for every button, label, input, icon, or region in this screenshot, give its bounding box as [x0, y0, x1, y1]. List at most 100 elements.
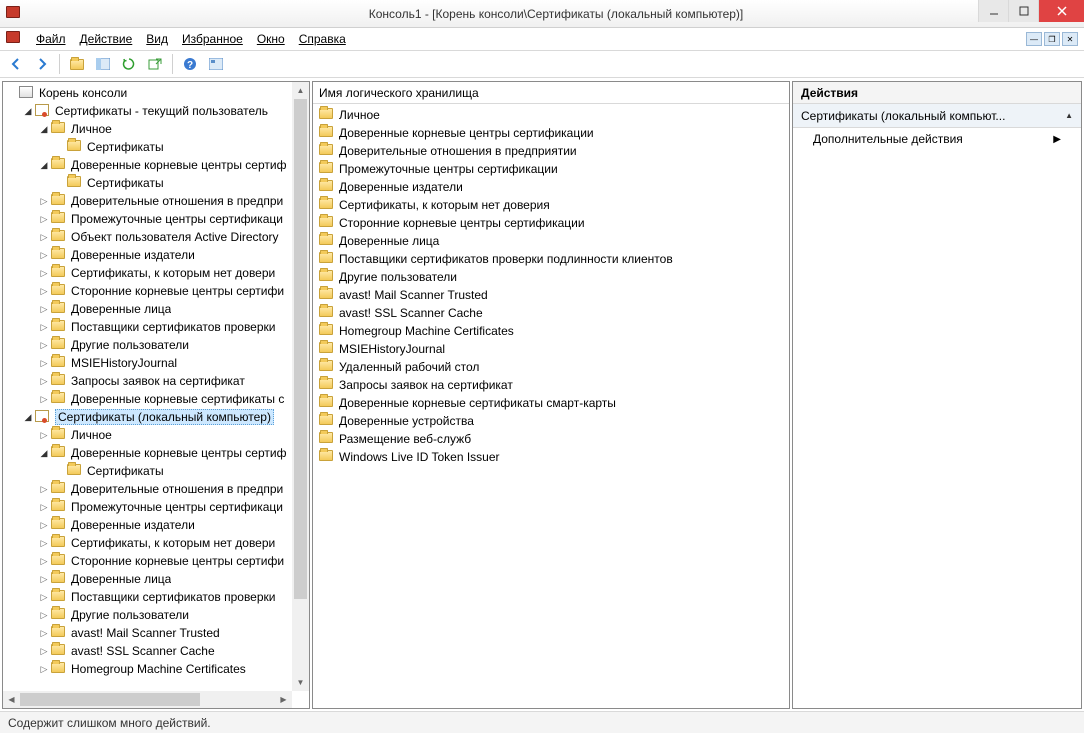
expand-icon[interactable]: ▷	[37, 286, 51, 297]
mdi-restore-button[interactable]: ❐	[1044, 32, 1060, 46]
tree-node[interactable]: Сертификаты	[3, 174, 309, 192]
expand-icon[interactable]: ▷	[37, 232, 51, 243]
tree-node[interactable]: ▷Личное	[3, 426, 309, 444]
maximize-button[interactable]	[1008, 0, 1038, 22]
tree-node[interactable]: ◢Доверенные корневые центры сертиф	[3, 156, 309, 174]
expand-icon[interactable]: ▷	[37, 322, 51, 333]
list-row[interactable]: Поставщики сертификатов проверки подлинн…	[313, 250, 789, 268]
list-row[interactable]: Запросы заявок на сертификат	[313, 376, 789, 394]
mdi-close-button[interactable]: ✕	[1062, 32, 1078, 46]
refresh-button[interactable]	[117, 52, 141, 76]
scroll-left-button[interactable]: ◀	[3, 691, 20, 708]
tree-node[interactable]: ▷Доверительные отношения в предпри	[3, 192, 309, 210]
expand-icon[interactable]: ▷	[37, 646, 51, 657]
menu-help[interactable]: Справка	[293, 30, 352, 48]
tree-node[interactable]: ▷Промежуточные центры сертификаци	[3, 498, 309, 516]
expand-icon[interactable]: ▷	[37, 196, 51, 207]
up-button[interactable]	[65, 52, 89, 76]
tree-content[interactable]: Корень консоли◢Сертификаты - текущий пол…	[3, 82, 309, 708]
tree-node[interactable]: ◢Личное	[3, 120, 309, 138]
actions-more-item[interactable]: Дополнительные действия ▶	[793, 128, 1081, 150]
expand-icon[interactable]: ▷	[37, 250, 51, 261]
tree-node[interactable]: ▷Запросы заявок на сертификат	[3, 372, 309, 390]
back-button[interactable]	[4, 52, 28, 76]
expand-icon[interactable]: ▷	[37, 340, 51, 351]
expand-icon[interactable]: ▷	[37, 376, 51, 387]
tree-node[interactable]: ▷Доверенные лица	[3, 570, 309, 588]
tree-node[interactable]: ▷Доверенные лица	[3, 300, 309, 318]
list-row[interactable]: Доверенные издатели	[313, 178, 789, 196]
expand-icon[interactable]: ▷	[37, 520, 51, 531]
collapse-icon[interactable]: ◢	[37, 448, 51, 459]
collapse-icon[interactable]: ◢	[21, 412, 35, 423]
tree-node[interactable]: ◢Доверенные корневые центры сертиф	[3, 444, 309, 462]
list-row[interactable]: Промежуточные центры сертификации	[313, 160, 789, 178]
expand-icon[interactable]: ▷	[37, 268, 51, 279]
show-hide-tree-button[interactable]	[91, 52, 115, 76]
list-row[interactable]: Homegroup Machine Certificates	[313, 322, 789, 340]
expand-icon[interactable]: ▷	[37, 502, 51, 513]
list-row[interactable]: MSIEHistoryJournal	[313, 340, 789, 358]
expand-icon[interactable]: ▷	[37, 628, 51, 639]
collapse-icon[interactable]: ◢	[37, 124, 51, 135]
scrollbar-vertical[interactable]: ▲ ▼	[292, 82, 309, 691]
expand-icon[interactable]: ▷	[37, 538, 51, 549]
list-row[interactable]: avast! SSL Scanner Cache	[313, 304, 789, 322]
actions-selection[interactable]: Сертификаты (локальный компьют... ▲	[793, 104, 1081, 128]
list-row[interactable]: Личное	[313, 106, 789, 124]
list-row[interactable]: Удаленный рабочий стол	[313, 358, 789, 376]
tree-node[interactable]: ▷Доверительные отношения в предпри	[3, 480, 309, 498]
expand-icon[interactable]: ▷	[37, 610, 51, 621]
expand-icon[interactable]: ▷	[37, 358, 51, 369]
menu-window[interactable]: Окно	[251, 30, 291, 48]
scroll-right-button[interactable]: ▶	[275, 691, 292, 708]
expand-icon[interactable]: ▷	[37, 664, 51, 675]
mdi-minimize-button[interactable]: —	[1026, 32, 1042, 46]
tree-node[interactable]: ▷Промежуточные центры сертификаци	[3, 210, 309, 228]
tree-node[interactable]: ▷Доверенные издатели	[3, 246, 309, 264]
list-body[interactable]: ЛичноеДоверенные корневые центры сертифи…	[313, 104, 789, 708]
tree-node[interactable]: ▷Доверенные издатели	[3, 516, 309, 534]
list-row[interactable]: Размещение веб-служб	[313, 430, 789, 448]
tree-node[interactable]: ▷avast! SSL Scanner Cache	[3, 642, 309, 660]
tree-node[interactable]: ▷Сторонние корневые центры сертифи	[3, 282, 309, 300]
list-row[interactable]: avast! Mail Scanner Trusted	[313, 286, 789, 304]
scroll-down-button[interactable]: ▼	[292, 674, 309, 691]
list-row[interactable]: Сертификаты, к которым нет доверия	[313, 196, 789, 214]
list-row[interactable]: Доверенные корневые центры сертификации	[313, 124, 789, 142]
list-row[interactable]: Windows Live ID Token Issuer	[313, 448, 789, 466]
help-button[interactable]: ?	[178, 52, 202, 76]
expand-icon[interactable]: ▷	[37, 394, 51, 405]
menu-favorites[interactable]: Избранное	[176, 30, 249, 48]
menu-action[interactable]: Действие	[74, 30, 139, 48]
scroll-thumb-h[interactable]	[20, 693, 200, 706]
menu-view[interactable]: Вид	[140, 30, 174, 48]
collapse-icon[interactable]: ◢	[37, 160, 51, 171]
list-row[interactable]: Другие пользователи	[313, 268, 789, 286]
tree-node[interactable]: ▷Сторонние корневые центры сертифи	[3, 552, 309, 570]
tree-node[interactable]: ▷Другие пользователи	[3, 606, 309, 624]
scrollbar-horizontal[interactable]: ◀ ▶	[3, 691, 292, 708]
tree-node[interactable]: ▷Поставщики сертификатов проверки	[3, 588, 309, 606]
forward-button[interactable]	[30, 52, 54, 76]
tree-node[interactable]: ▷Сертификаты, к которым нет довери	[3, 534, 309, 552]
tree-node[interactable]: ▷avast! Mail Scanner Trusted	[3, 624, 309, 642]
export-button[interactable]	[143, 52, 167, 76]
tree-node[interactable]: ▷Поставщики сертификатов проверки	[3, 318, 309, 336]
tree-node[interactable]: ▷Homegroup Machine Certificates	[3, 660, 309, 678]
minimize-button[interactable]	[978, 0, 1008, 22]
expand-icon[interactable]: ▷	[37, 574, 51, 585]
tree-node[interactable]: ▷Доверенные корневые сертификаты с	[3, 390, 309, 408]
expand-icon[interactable]: ▷	[37, 430, 51, 441]
close-button[interactable]	[1038, 0, 1084, 22]
list-row[interactable]: Сторонние корневые центры сертификации	[313, 214, 789, 232]
expand-icon[interactable]: ▷	[37, 214, 51, 225]
tree-node[interactable]: ▷Сертификаты, к которым нет довери	[3, 264, 309, 282]
list-row[interactable]: Доверительные отношения в предприятии	[313, 142, 789, 160]
expand-icon[interactable]: ▷	[37, 556, 51, 567]
tree-node[interactable]: ▷Объект пользователя Active Directory	[3, 228, 309, 246]
expand-icon[interactable]: ▷	[37, 592, 51, 603]
tree-node[interactable]: ▷Другие пользователи	[3, 336, 309, 354]
menu-file[interactable]: Файл	[30, 30, 72, 48]
tree-node[interactable]: ◢Сертификаты - текущий пользователь	[3, 102, 309, 120]
